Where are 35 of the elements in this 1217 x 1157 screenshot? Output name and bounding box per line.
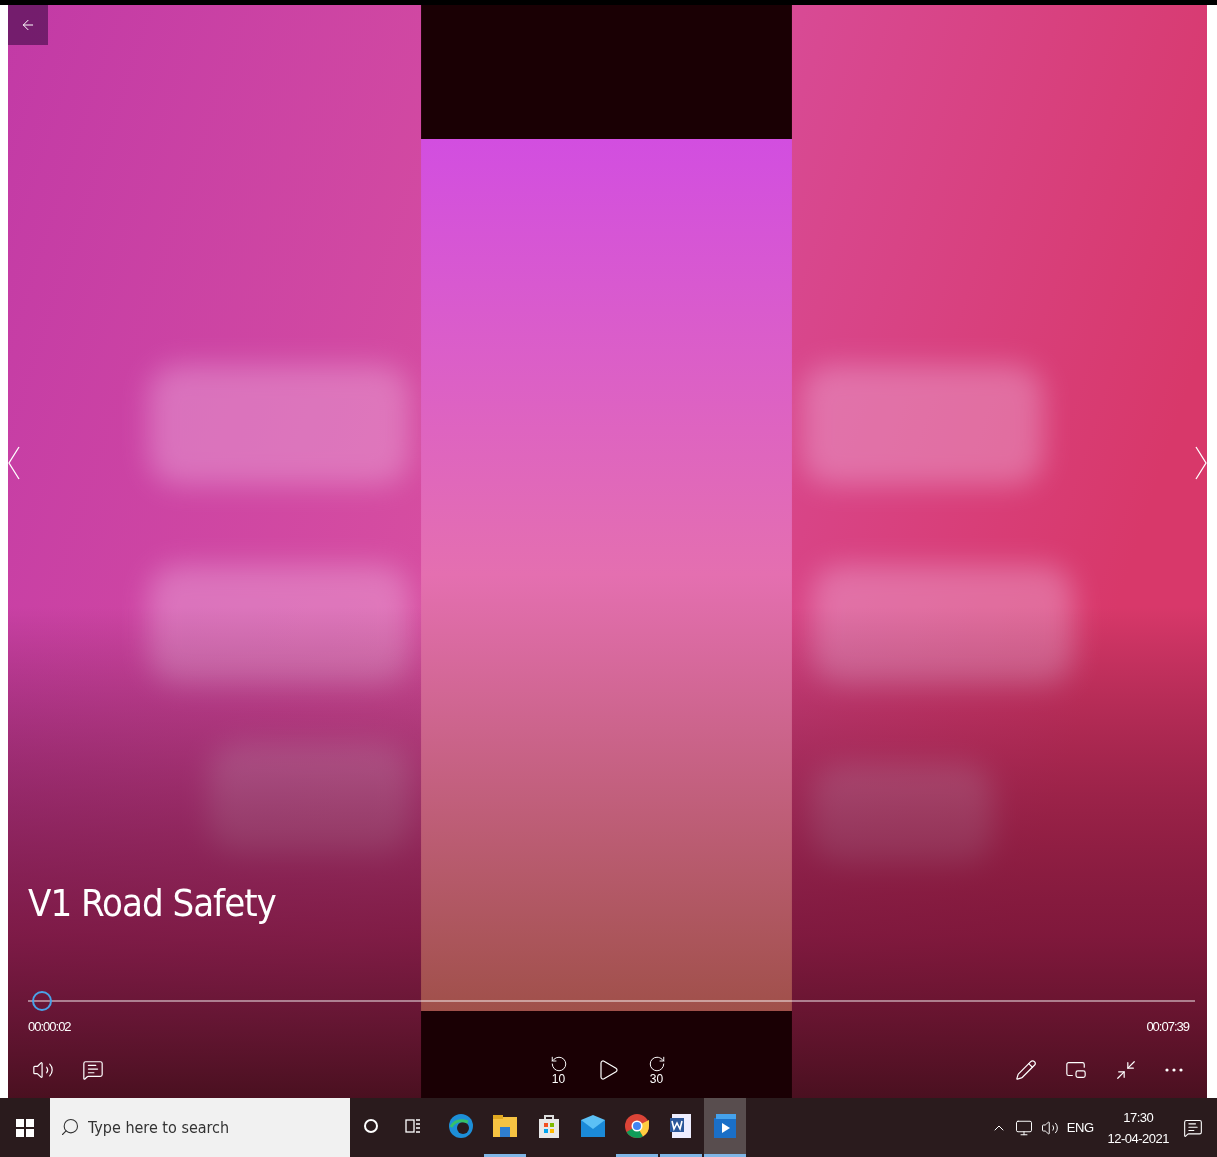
pencil-icon (1015, 1059, 1037, 1081)
elapsed-time: 00:00:02 (28, 1019, 71, 1034)
language-indicator[interactable]: ENG (1066, 1120, 1094, 1135)
next-button[interactable] (1195, 446, 1207, 480)
search-field[interactable]: Type here to search (50, 1098, 350, 1157)
circle-icon (363, 1118, 379, 1134)
captions-icon (82, 1059, 104, 1081)
more-icon (1165, 1068, 1183, 1072)
task-view-icon (404, 1117, 422, 1135)
word-document-icon (669, 1113, 693, 1139)
skip-back-button[interactable]: 10 (545, 1051, 572, 1089)
chevron-left-icon (8, 446, 20, 480)
edge-icon (448, 1113, 474, 1139)
chrome-icon (624, 1113, 650, 1139)
folder-icon (492, 1114, 518, 1138)
chevron-right-icon (1195, 446, 1207, 480)
mini-view-icon (1065, 1059, 1087, 1081)
film-play-icon (712, 1113, 738, 1139)
forward-icon (647, 1055, 666, 1073)
speaker-icon (32, 1059, 54, 1081)
previous-button[interactable] (8, 446, 20, 480)
windows-logo-icon (16, 1118, 34, 1137)
search-icon (60, 1117, 80, 1137)
store-bag-icon (537, 1113, 561, 1139)
skip-forward-button[interactable]: 30 (643, 1051, 670, 1089)
mail-icon (580, 1114, 606, 1138)
clock[interactable]: 17:30 12-04-2021 (1107, 1109, 1169, 1146)
network-icon[interactable] (1014, 1118, 1033, 1137)
volume-icon[interactable] (1040, 1118, 1059, 1137)
rewind-icon (549, 1055, 568, 1073)
notifications-icon[interactable] (1183, 1117, 1203, 1138)
minimize-arrows-icon (1115, 1059, 1137, 1081)
seek-thumb[interactable] (31, 991, 52, 1011)
video-title: V1 Road Safety (27, 881, 277, 925)
total-duration: 00:07:39 (1146, 1019, 1189, 1034)
